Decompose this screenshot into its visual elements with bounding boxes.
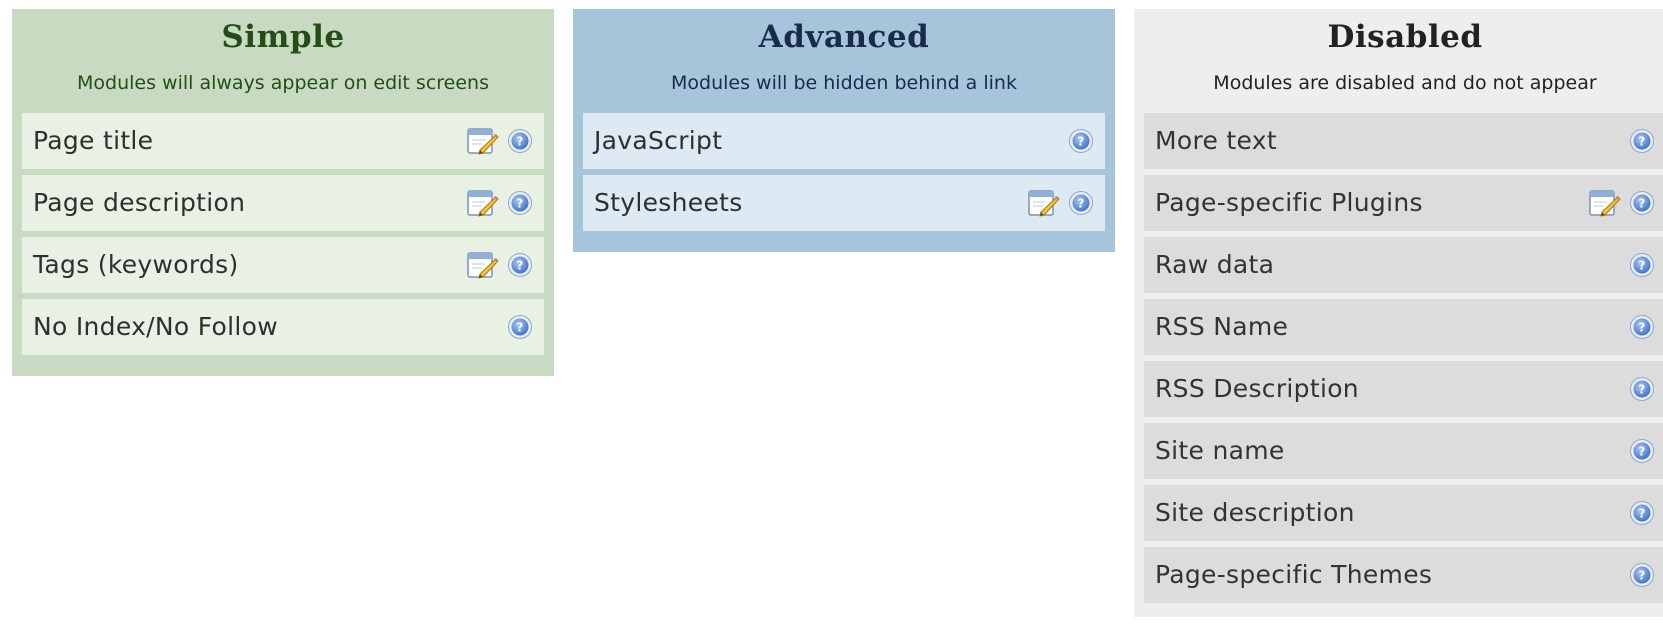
help-icon[interactable]: ? xyxy=(1629,500,1655,526)
module-page-description[interactable]: Page description ? xyxy=(22,175,544,231)
disabled-module-list: More text ? Page-specific Plugins ? Raw … xyxy=(1144,113,1663,603)
svg-text:?: ? xyxy=(1638,196,1645,210)
module-label: Raw data xyxy=(1155,250,1275,279)
svg-text:?: ? xyxy=(516,196,523,210)
svg-text:?: ? xyxy=(1638,258,1645,272)
simple-column-description: Modules will always appear on edit scree… xyxy=(77,72,489,94)
help-icon[interactable]: ? xyxy=(507,128,533,154)
simple-column-title: Simple xyxy=(221,19,345,55)
module-raw-data[interactable]: Raw data ? xyxy=(1144,237,1663,293)
advanced-column-title: Advanced xyxy=(758,19,930,55)
module-more-text[interactable]: More text ? xyxy=(1144,113,1663,169)
module-site-name[interactable]: Site name ? xyxy=(1144,423,1663,479)
module-page-title[interactable]: Page title ? xyxy=(22,113,544,169)
module-label: No Index/No Follow xyxy=(33,312,278,341)
edit-icon[interactable] xyxy=(467,126,499,156)
svg-text:?: ? xyxy=(1638,568,1645,582)
edit-icon[interactable] xyxy=(1589,188,1621,218)
edit-icon[interactable] xyxy=(467,188,499,218)
advanced-column: Advanced Modules will be hidden behind a… xyxy=(573,9,1115,252)
disabled-column: Disabled Modules are disabled and do not… xyxy=(1134,9,1663,617)
svg-text:?: ? xyxy=(1077,196,1084,210)
svg-text:?: ? xyxy=(1638,382,1645,396)
help-icon[interactable]: ? xyxy=(1629,562,1655,588)
module-rss-name[interactable]: RSS Name ? xyxy=(1144,299,1663,355)
svg-text:?: ? xyxy=(516,134,523,148)
svg-text:?: ? xyxy=(1077,134,1084,148)
module-label: Page title xyxy=(33,126,154,155)
module-label: Stylesheets xyxy=(594,188,743,217)
module-page-specific-plugins[interactable]: Page-specific Plugins ? xyxy=(1144,175,1663,231)
module-javascript[interactable]: JavaScript ? xyxy=(583,113,1105,169)
help-icon[interactable]: ? xyxy=(1629,190,1655,216)
advanced-column-description: Modules will be hidden behind a link xyxy=(671,72,1017,94)
advanced-module-list: JavaScript ? Stylesheets ? xyxy=(583,113,1105,231)
module-label: Page description xyxy=(33,188,246,217)
module-stylesheets[interactable]: Stylesheets ? xyxy=(583,175,1105,231)
module-label: Site description xyxy=(1155,498,1355,527)
help-icon[interactable]: ? xyxy=(1068,190,1094,216)
svg-text:?: ? xyxy=(1638,506,1645,520)
edit-icon[interactable] xyxy=(467,250,499,280)
module-label: Page-specific Themes xyxy=(1155,560,1433,589)
help-icon[interactable]: ? xyxy=(507,314,533,340)
module-label: Site name xyxy=(1155,436,1285,465)
svg-text:?: ? xyxy=(516,320,523,334)
module-label: RSS Description xyxy=(1155,374,1359,403)
simple-column: Simple Modules will always appear on edi… xyxy=(12,9,554,376)
help-icon[interactable]: ? xyxy=(1629,376,1655,402)
help-icon[interactable]: ? xyxy=(1629,128,1655,154)
help-icon[interactable]: ? xyxy=(1068,128,1094,154)
disabled-column-title: Disabled xyxy=(1327,19,1483,55)
help-icon[interactable]: ? xyxy=(1629,438,1655,464)
module-label: Tags (keywords) xyxy=(33,250,239,279)
simple-module-list: Page title ? Page description ? Tags (ke… xyxy=(22,113,544,355)
module-label: JavaScript xyxy=(594,126,723,155)
disabled-column-description: Modules are disabled and do not appear xyxy=(1213,72,1597,94)
module-site-description[interactable]: Site description ? xyxy=(1144,485,1663,541)
module-label: More text xyxy=(1155,126,1277,155)
svg-text:?: ? xyxy=(1638,320,1645,334)
module-no-index-no-follow[interactable]: No Index/No Follow ? xyxy=(22,299,544,355)
help-icon[interactable]: ? xyxy=(1629,314,1655,340)
module-label: Page-specific Plugins xyxy=(1155,188,1423,217)
module-page-specific-themes[interactable]: Page-specific Themes ? xyxy=(1144,547,1663,603)
svg-text:?: ? xyxy=(1638,134,1645,148)
help-icon[interactable]: ? xyxy=(1629,252,1655,278)
module-rss-description[interactable]: RSS Description ? xyxy=(1144,361,1663,417)
help-icon[interactable]: ? xyxy=(507,252,533,278)
help-icon[interactable]: ? xyxy=(507,190,533,216)
module-tags-keywords[interactable]: Tags (keywords) ? xyxy=(22,237,544,293)
edit-icon[interactable] xyxy=(1028,188,1060,218)
module-label: RSS Name xyxy=(1155,312,1289,341)
svg-text:?: ? xyxy=(1638,444,1645,458)
svg-text:?: ? xyxy=(516,258,523,272)
